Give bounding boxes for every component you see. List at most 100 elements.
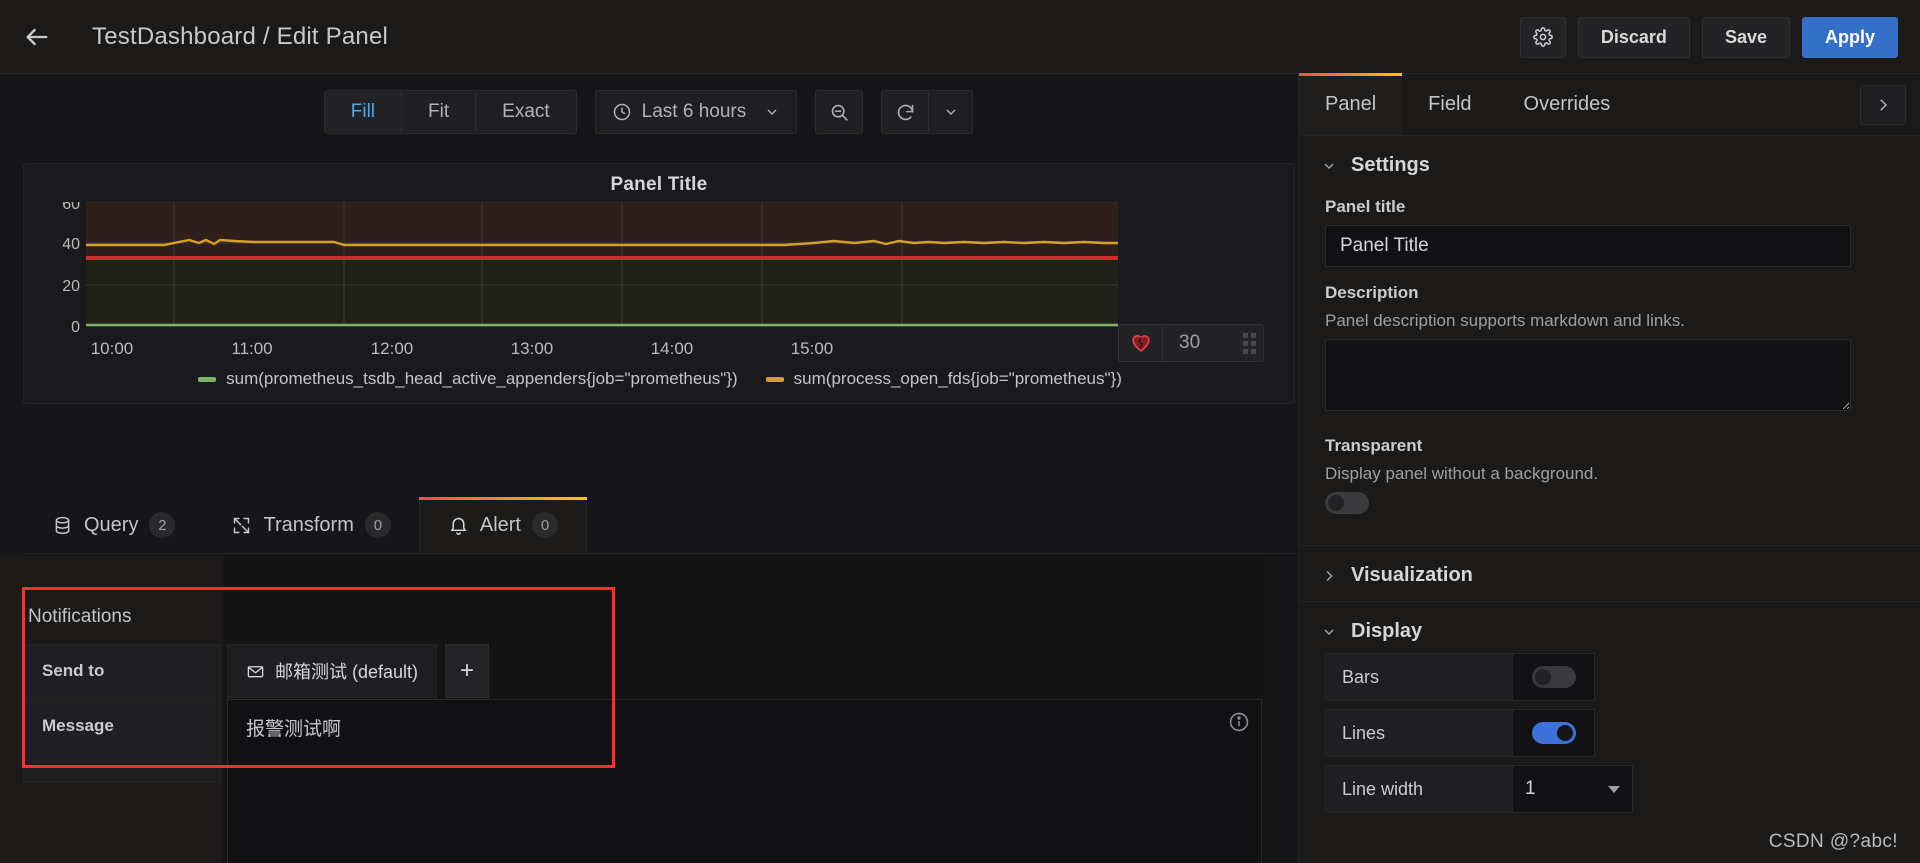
panel-editor-left-column: Fill Fit Exact Last 6 hours Panel Title … bbox=[0, 74, 1297, 863]
svg-text:20: 20 bbox=[62, 278, 80, 295]
description-help-text: Panel description supports markdown and … bbox=[1325, 311, 1686, 330]
refresh-group bbox=[881, 90, 974, 134]
description-field-label: Description bbox=[1325, 283, 1419, 302]
legend-label: sum(process_open_fds{job="prometheus"}) bbox=[793, 369, 1122, 388]
svg-text:15:00: 15:00 bbox=[791, 339, 834, 358]
legend-label: sum(prometheus_tsdb_head_active_appender… bbox=[226, 369, 738, 388]
svg-text:13:00: 13:00 bbox=[511, 339, 554, 358]
gear-icon bbox=[1533, 27, 1553, 47]
back-button[interactable] bbox=[0, 0, 74, 74]
notification-channel-chip[interactable]: 邮箱测试 (default) bbox=[227, 644, 438, 698]
notifications-section-title: Notifications bbox=[28, 606, 132, 627]
tab-transform[interactable]: Transform 0 bbox=[203, 497, 418, 553]
legend-color-swatch bbox=[198, 376, 217, 382]
time-range-picker[interactable]: Last 6 hours bbox=[594, 90, 798, 134]
size-mode-fit[interactable]: Fit bbox=[402, 91, 477, 133]
zoom-out-icon bbox=[831, 104, 848, 121]
section-settings-header[interactable]: Settings bbox=[1299, 136, 1920, 187]
options-tab-bar: Panel Field Overrides bbox=[1299, 73, 1920, 136]
message-textarea[interactable] bbox=[227, 699, 1262, 863]
discard-button[interactable]: Discard bbox=[1577, 16, 1690, 58]
save-button[interactable]: Save bbox=[1701, 16, 1790, 58]
info-circle-icon bbox=[1229, 712, 1249, 732]
size-mode-fill[interactable]: Fill bbox=[324, 91, 403, 133]
clock-icon bbox=[613, 103, 630, 121]
chart-svg: 60 40 20 0 10:00 11:00 12:00 13:00 14:00… bbox=[62, 202, 1118, 358]
tab-label: Alert bbox=[479, 513, 521, 536]
panel-options-pane: Panel Field Overrides Settings Panel tit… bbox=[1298, 73, 1920, 863]
threshold-value[interactable]: 30 bbox=[1163, 332, 1235, 354]
lines-toggle[interactable] bbox=[1531, 722, 1576, 744]
svg-text:12:00: 12:00 bbox=[371, 339, 414, 358]
collapse-options-pane-button[interactable] bbox=[1860, 85, 1906, 125]
section-display-header[interactable]: Display bbox=[1299, 602, 1920, 653]
panel-title-field: Panel title bbox=[1299, 187, 1920, 267]
tab-count-badge: 0 bbox=[364, 512, 391, 538]
refresh-icon bbox=[897, 104, 914, 120]
tab-count-badge: 2 bbox=[149, 512, 176, 538]
lines-toggle-cell bbox=[1513, 709, 1595, 757]
add-notification-channel-button[interactable]: + bbox=[445, 644, 490, 698]
chart-legend: sum(prometheus_tsdb_head_active_appender… bbox=[24, 362, 1296, 396]
time-series-chart[interactable]: 60 40 20 0 10:00 11:00 12:00 13:00 14:00… bbox=[24, 202, 1296, 362]
bars-toggle[interactable] bbox=[1531, 666, 1576, 688]
message-info-icon[interactable] bbox=[1228, 711, 1250, 733]
size-mode-exact[interactable]: Exact bbox=[476, 91, 576, 133]
section-display-title: Display bbox=[1351, 620, 1423, 642]
legend-item[interactable]: sum(prometheus_tsdb_head_active_appender… bbox=[198, 369, 738, 389]
bars-label: Bars bbox=[1325, 653, 1513, 701]
database-icon bbox=[55, 516, 70, 534]
refresh-button[interactable] bbox=[881, 90, 930, 134]
grafana-edit-panel-app: TestDashboard / Edit Panel Discard Save … bbox=[0, 0, 1920, 863]
transparent-help-text: Display panel without a background. bbox=[1325, 464, 1599, 483]
arrow-left-icon bbox=[26, 28, 48, 45]
visualization-panel: Panel Title 60 40 20 0 10:00 11:00 12:00… bbox=[23, 163, 1295, 404]
panel-editor-tabs: Query 2 Transform 0 Alert 0 bbox=[24, 497, 1297, 554]
broken-heart-icon bbox=[1131, 335, 1150, 352]
time-range-label: Last 6 hours bbox=[641, 101, 747, 122]
zoom-out-button[interactable] bbox=[815, 90, 864, 134]
panel-title-input[interactable] bbox=[1325, 225, 1851, 267]
refresh-interval-dropdown[interactable] bbox=[929, 90, 974, 134]
panel-settings-button[interactable] bbox=[1519, 16, 1566, 58]
lines-label: Lines bbox=[1325, 709, 1513, 757]
tab-alert[interactable]: Alert 0 bbox=[418, 497, 588, 553]
description-textarea[interactable] bbox=[1325, 339, 1851, 411]
bell-icon bbox=[450, 517, 467, 535]
panel-size-mode-group: Fill Fit Exact bbox=[323, 90, 577, 134]
tab-label: Query bbox=[84, 513, 139, 536]
line-width-select[interactable]: 1 bbox=[1513, 765, 1633, 813]
breadcrumb: TestDashboard / Edit Panel bbox=[92, 22, 389, 50]
svg-text:14:00: 14:00 bbox=[651, 339, 694, 358]
tab-label: Transform bbox=[263, 513, 354, 536]
top-bar: TestDashboard / Edit Panel Discard Save … bbox=[0, 0, 1920, 74]
panel-title-text: Panel Title bbox=[610, 174, 708, 195]
section-visualization-title: Visualization bbox=[1351, 564, 1473, 586]
chevron-down-icon bbox=[1608, 785, 1620, 793]
display-row-line-width: Line width 1 bbox=[1325, 765, 1920, 813]
chevron-down-icon bbox=[767, 109, 777, 115]
apply-button[interactable]: Apply bbox=[1801, 16, 1898, 58]
transparent-toggle[interactable] bbox=[1325, 492, 1369, 514]
options-tab-overrides[interactable]: Overrides bbox=[1498, 73, 1637, 135]
options-tab-panel[interactable]: Panel bbox=[1299, 73, 1403, 135]
drag-grip-icon[interactable] bbox=[1235, 332, 1263, 354]
svg-text:60: 60 bbox=[62, 202, 80, 213]
chevron-right-icon bbox=[1326, 570, 1333, 581]
panel-title-field-label: Panel title bbox=[1325, 197, 1406, 216]
tab-query[interactable]: Query 2 bbox=[24, 497, 203, 553]
section-visualization-header[interactable]: Visualization bbox=[1299, 546, 1920, 597]
envelope-icon bbox=[247, 665, 264, 677]
options-tab-field[interactable]: Field bbox=[1402, 73, 1497, 135]
message-row: Message bbox=[23, 699, 1262, 863]
chevron-down-icon bbox=[1324, 628, 1334, 635]
legend-item[interactable]: sum(process_open_fds{job="prometheus"}) bbox=[765, 369, 1122, 389]
description-field: Description Panel description supports m… bbox=[1299, 267, 1920, 416]
alert-threshold-handle[interactable]: 30 bbox=[1118, 324, 1264, 362]
options-scroll-area: Settings Panel title Description Panel d… bbox=[1299, 136, 1920, 863]
top-bar-actions: Discard Save Apply bbox=[1519, 0, 1898, 74]
watermark-text: CSDN @?abc! bbox=[1768, 831, 1898, 852]
bars-toggle-cell bbox=[1513, 653, 1595, 701]
send-to-label: Send to bbox=[23, 644, 221, 698]
section-settings-title: Settings bbox=[1351, 154, 1430, 176]
